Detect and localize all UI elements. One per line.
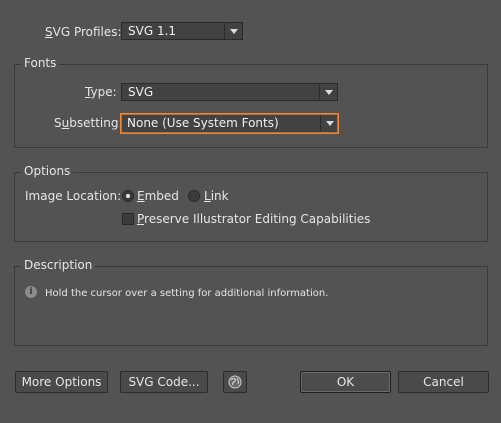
chevron-down-icon[interactable] — [320, 115, 338, 131]
options-group: Options — [14, 164, 488, 242]
cancel-button[interactable]: Cancel — [398, 371, 489, 393]
options-group-title: Options — [21, 164, 74, 178]
fonts-group: Fonts — [14, 56, 488, 148]
svg-code-button[interactable]: SVG Code... — [120, 371, 208, 393]
globe-icon — [228, 375, 242, 389]
font-type-value: SVG — [128, 85, 154, 99]
preserve-checkbox[interactable] — [122, 213, 134, 225]
font-type-select[interactable]: SVG — [121, 83, 338, 101]
ok-button[interactable]: OK — [300, 371, 391, 393]
chevron-down-icon[interactable] — [224, 23, 242, 39]
link-label[interactable]: Link — [204, 189, 229, 203]
subsetting-value: None (Use System Fonts) — [127, 116, 279, 130]
svg-profiles-label: SVG Profiles: — [45, 25, 122, 39]
info-icon: i — [25, 286, 37, 298]
more-options-button[interactable]: More Options — [15, 371, 108, 393]
subsetting-label: Subsetting: — [54, 116, 123, 130]
web-preview-button[interactable] — [223, 371, 247, 393]
svg-profiles-select[interactable]: SVG 1.1 — [121, 22, 243, 40]
description-group-title: Description — [21, 258, 96, 272]
image-location-label: Image Location: — [25, 189, 122, 203]
subsetting-select[interactable]: None (Use System Fonts) — [120, 113, 339, 134]
preserve-label[interactable]: Preserve Illustrator Editing Capabilitie… — [137, 212, 370, 226]
type-label: Type: — [85, 85, 117, 99]
svg-profiles-value: SVG 1.1 — [128, 24, 177, 38]
chevron-down-icon[interactable] — [319, 84, 337, 100]
link-radio[interactable] — [188, 190, 200, 202]
embed-radio[interactable] — [122, 190, 134, 202]
embed-label[interactable]: Embed — [137, 189, 179, 203]
fonts-group-title: Fonts — [21, 56, 60, 70]
description-group: Description — [14, 258, 488, 346]
description-text: Hold the cursor over a setting for addit… — [45, 288, 329, 299]
